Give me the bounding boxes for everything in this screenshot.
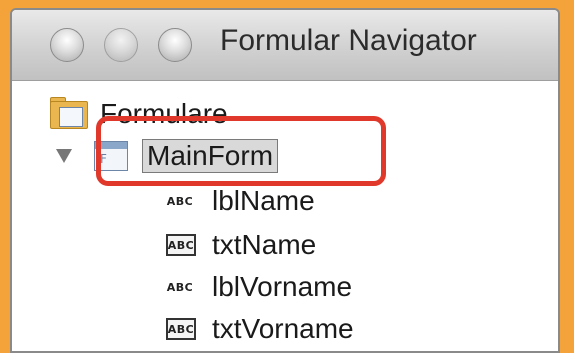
textbox-control-icon: ABC [166, 318, 196, 340]
close-window-button[interactable] [50, 28, 84, 62]
title-bar[interactable]: Formular Navigator [12, 10, 558, 81]
forms-folder-icon [50, 97, 90, 131]
form-icon: F [94, 141, 128, 171]
navigator-tree: Formulare F MainForm ABC lblName ABC txt… [12, 81, 558, 351]
tree-item-label: lblName [212, 185, 315, 216]
zoom-window-button[interactable] [158, 28, 192, 62]
tree-item-label: txtName [212, 229, 317, 260]
tree-item-label: txtVorname [212, 313, 354, 344]
label-control-icon: ABC [166, 194, 194, 208]
formular-navigator-window: Formular Navigator Formulare F MainForm … [10, 8, 560, 353]
tree-item-lblname[interactable]: ABC lblName [162, 185, 315, 217]
disclosure-triangle-icon[interactable] [56, 149, 72, 163]
label-control-icon: ABC [166, 280, 194, 294]
tree-item-forms-root[interactable]: Formulare [50, 97, 228, 131]
textbox-control-icon: ABC [166, 234, 196, 256]
tree-item-mainform[interactable]: F MainForm [56, 139, 279, 173]
tree-item-txtname[interactable]: ABC txtName [162, 229, 316, 261]
window-title: Formular Navigator [220, 24, 477, 57]
tree-item-label: MainForm [142, 139, 279, 173]
tree-item-label: Formulare [100, 98, 228, 129]
tree-item-label: lblVorname [212, 271, 353, 302]
tree-item-txtvorname[interactable]: ABC txtVorname [162, 313, 354, 345]
minimize-window-button[interactable] [104, 28, 138, 62]
tree-item-lblvorname[interactable]: ABC lblVorname [162, 271, 352, 303]
